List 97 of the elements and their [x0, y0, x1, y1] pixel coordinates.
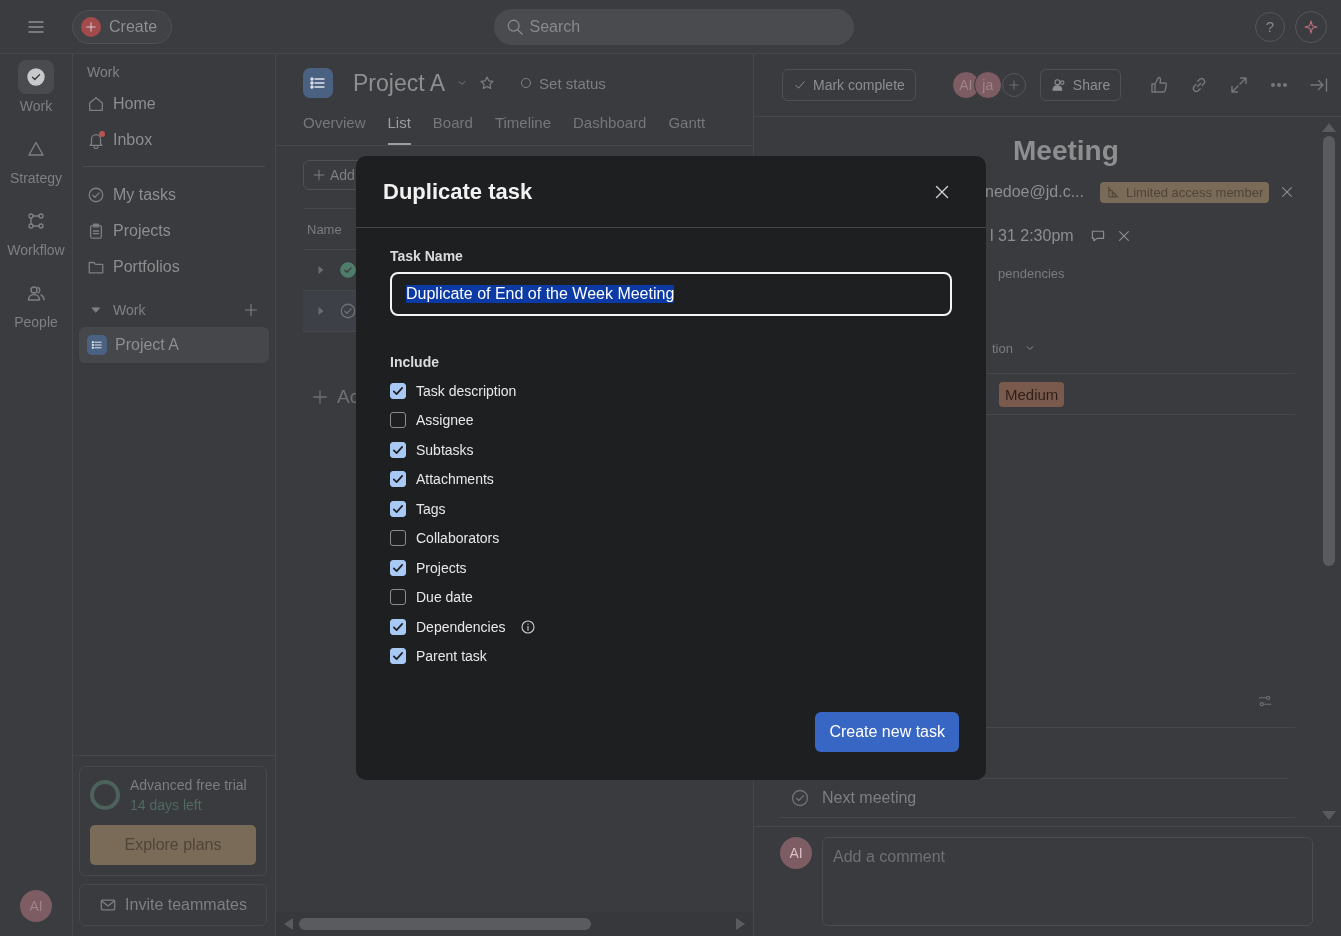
sidebar-item[interactable]: Projects — [79, 213, 269, 249]
user-avatar: AI — [780, 837, 812, 869]
sparkle-icon — [1303, 18, 1319, 35]
triangle-icon — [26, 139, 46, 159]
rail-nav-item[interactable]: Workflow — [7, 204, 65, 276]
scrollbar-thumb[interactable] — [1323, 136, 1335, 566]
project-title: Project A — [353, 69, 446, 97]
option-label: Task description — [416, 382, 517, 399]
column-header: Name — [306, 221, 342, 237]
field-label: Task Name — [390, 248, 464, 264]
mark-complete-button[interactable]: Mark complete — [782, 69, 916, 101]
section-label: Work — [86, 64, 121, 82]
star-icon[interactable] — [479, 75, 496, 91]
workflow-icon — [26, 211, 46, 231]
rail-nav-item[interactable]: Strategy — [9, 132, 63, 204]
view-tab[interactable]: Gantt — [668, 114, 706, 145]
check-icon — [793, 78, 807, 92]
view-tab[interactable]: List — [387, 114, 411, 145]
checkbox[interactable] — [390, 648, 406, 665]
mail-icon — [99, 896, 118, 914]
option-label: Projects — [416, 559, 467, 576]
restricted-icon — [1105, 185, 1120, 199]
expand-icon[interactable] — [1229, 75, 1250, 95]
option-label: Subtasks — [416, 441, 474, 458]
check-circle-icon — [26, 67, 46, 87]
sidebar-item[interactable]: My tasks — [79, 177, 269, 213]
scrollbar-thumb[interactable] — [299, 918, 591, 930]
rail-nav-item[interactable]: People — [14, 276, 58, 348]
view-tab[interactable]: Dashboard — [573, 114, 647, 145]
option-label: Due date — [416, 589, 473, 606]
option-label: Collaborators — [416, 530, 500, 547]
close-panel-icon[interactable] — [1309, 75, 1330, 95]
set-status-button[interactable]: Set status — [519, 74, 606, 92]
dialog-title: Duplicate task — [383, 178, 533, 205]
view-tab[interactable]: Timeline — [494, 114, 552, 145]
section-label: Include — [390, 354, 440, 370]
sidebar-item[interactable]: Home — [79, 86, 269, 122]
plus-icon — [1007, 79, 1020, 91]
people-icon — [1050, 77, 1067, 93]
trial-title: Advanced free trial — [130, 777, 247, 793]
project-icon — [87, 335, 107, 355]
create-button[interactable]: Create — [72, 9, 173, 44]
home-icon — [87, 95, 105, 113]
scroll-down-arrow-icon — [1322, 811, 1336, 820]
option-label: Parent task — [416, 648, 487, 665]
checkbox[interactable] — [390, 382, 406, 399]
sliders-icon[interactable] — [1257, 693, 1273, 709]
checkbox[interactable] — [390, 412, 406, 429]
priority-tag: Medium — [999, 381, 1065, 407]
create-task-button[interactable]: Create new task — [815, 712, 959, 752]
checkbox[interactable] — [390, 500, 406, 517]
rail-nav-item[interactable]: Work — [18, 60, 54, 132]
option-label: Assignee — [416, 412, 474, 429]
view-tab[interactable]: Overview — [303, 114, 366, 145]
check-circle-icon[interactable] — [790, 788, 810, 808]
like-icon[interactable] — [1149, 75, 1170, 95]
checkbox[interactable] — [390, 441, 406, 458]
check-circle-icon[interactable] — [339, 302, 357, 320]
progress-ring-icon — [90, 780, 120, 810]
check-circle-icon — [87, 186, 105, 204]
scroll-right-arrow-icon — [736, 918, 745, 930]
bell-icon — [87, 131, 105, 149]
search-icon — [505, 17, 524, 36]
task-title: Meeting — [1013, 135, 1119, 167]
search-field[interactable]: Search — [493, 8, 854, 45]
check-circle-icon[interactable] — [339, 261, 357, 279]
plus-icon — [312, 168, 326, 182]
sidebar-project[interactable]: Project A — [79, 327, 269, 363]
checkbox[interactable] — [390, 559, 406, 576]
people-icon — [26, 283, 46, 303]
checkbox[interactable] — [390, 589, 406, 606]
plus-icon — [311, 388, 329, 406]
fields-toggle[interactable]: tion — [992, 340, 1013, 356]
due-date: l 31 2:30pm — [990, 227, 1074, 245]
task-name-field[interactable]: Duplicate of End of the Week Meeting — [390, 272, 952, 316]
group-toggle[interactable]: Work — [89, 302, 146, 318]
info-icon[interactable] — [519, 618, 536, 635]
sidebar-item[interactable]: Inbox — [79, 122, 269, 158]
sidebar-item[interactable]: Portfolios — [79, 249, 269, 285]
share-button[interactable]: Share — [1039, 69, 1122, 101]
project-icon — [303, 68, 333, 98]
assignee-email: nedoe@jd.c... — [985, 183, 1084, 201]
option-label: Attachments — [416, 471, 494, 488]
checkbox[interactable] — [390, 618, 406, 635]
invite-button[interactable]: Invite teammates — [79, 884, 267, 926]
option-label: Tags — [416, 500, 446, 517]
clipboard-icon — [87, 222, 105, 240]
checkbox[interactable] — [390, 471, 406, 488]
option-label: Dependencies — [416, 618, 506, 635]
add-icon[interactable] — [243, 302, 259, 318]
view-tab[interactable]: Board — [432, 114, 473, 145]
comment-icon[interactable] — [1089, 228, 1106, 244]
checkbox[interactable] — [390, 530, 406, 547]
subtask-name: Next meeting — [822, 789, 917, 807]
dependencies-label: pendencies — [998, 265, 1065, 281]
status-circle-icon — [519, 76, 534, 90]
plus-icon — [81, 16, 101, 37]
